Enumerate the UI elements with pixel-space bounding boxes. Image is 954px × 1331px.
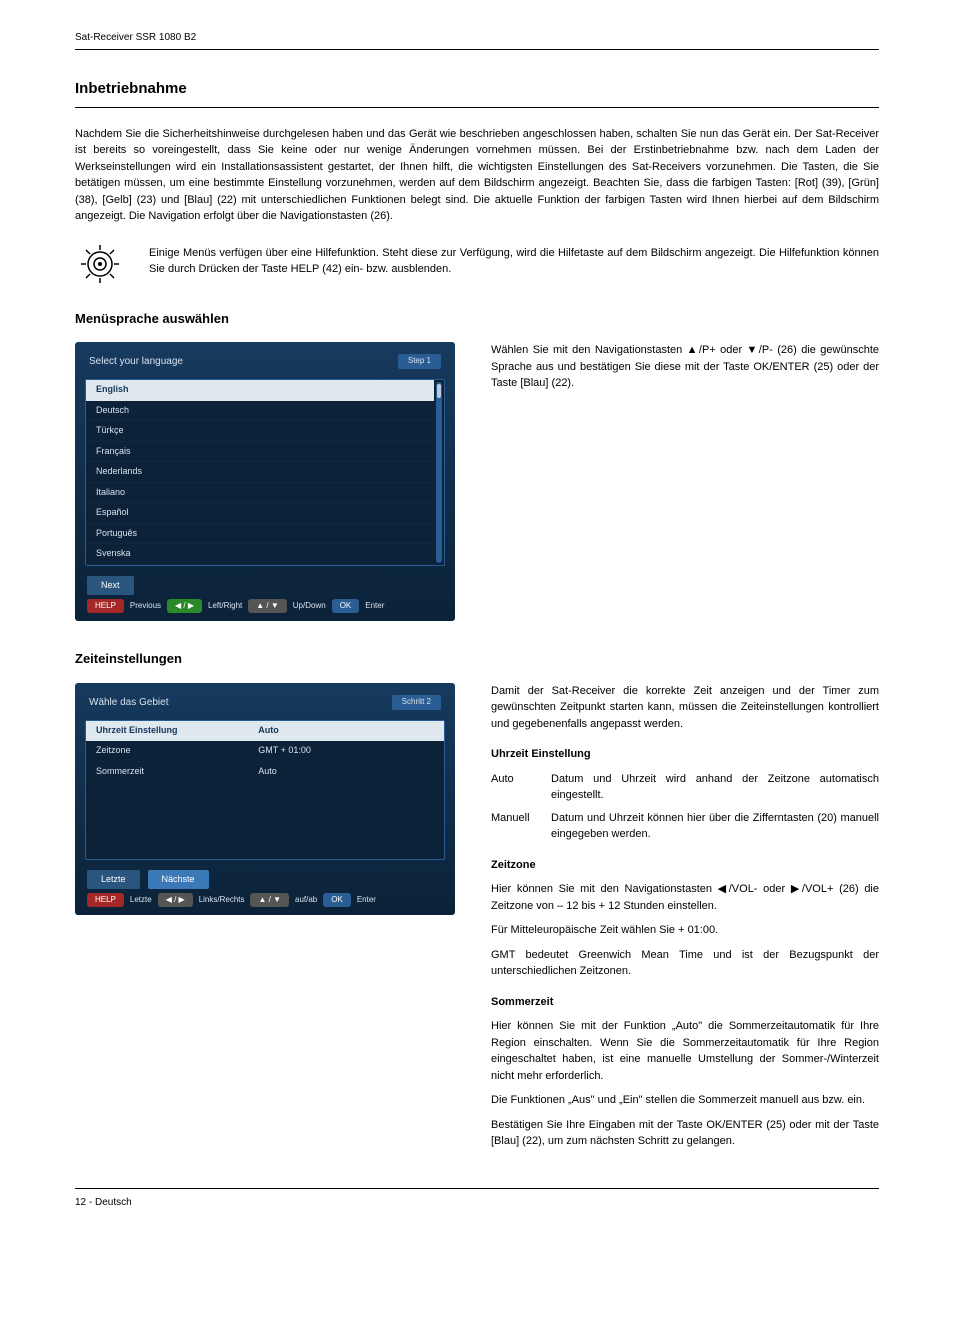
intro-paragraph: Nachdem Sie die Sicherheitshinweise durc… — [75, 126, 879, 225]
def-term: Auto — [491, 771, 539, 804]
time-row-zeitzone[interactable]: Zeitzone GMT + 01:00 — [86, 741, 444, 762]
time-intro: Damit der Sat-Receiver die korrekte Zeit… — [491, 683, 879, 733]
help-pill[interactable]: HELP — [87, 893, 124, 907]
def-term: Manuell — [491, 810, 539, 843]
scrollbar[interactable] — [436, 382, 442, 563]
tip-block: Einige Menüs verfügen über eine Hilfefun… — [75, 241, 879, 287]
device-name: Sat-Receiver SSR 1080 B2 — [75, 32, 196, 43]
row-value: Auto — [258, 765, 434, 779]
lang-item-turkce[interactable]: Türkçe — [86, 421, 434, 442]
help-pill[interactable]: HELP — [87, 599, 124, 613]
row-value: GMT + 01:00 — [258, 744, 434, 758]
osd-time-step: Schritt 2 — [392, 695, 441, 710]
lang-item-italiano[interactable]: Italiano — [86, 483, 434, 504]
sommer-p1: Hier können Sie mit der Funktion „Auto" … — [491, 1018, 879, 1084]
lang-item-francais[interactable]: Français — [86, 442, 434, 463]
ok-pill[interactable]: OK — [332, 599, 360, 613]
def-desc: Datum und Uhrzeit können hier über die Z… — [551, 810, 879, 843]
foot-enter: Enter — [357, 894, 376, 906]
page-footer: 12 - Deutsch — [75, 1188, 879, 1210]
def-desc: Datum und Uhrzeit wird anhand der Zeitzo… — [551, 771, 879, 804]
lang-item-english[interactable]: English — [86, 380, 434, 401]
lang-item-nederlands[interactable]: Nederlands — [86, 462, 434, 483]
footer-lang: Deutsch — [95, 1197, 132, 1208]
ud-pill[interactable]: ▲ / ▼ — [250, 893, 289, 907]
zeitzone-p3: GMT bedeutet Greenwich Mean Time und ist… — [491, 947, 879, 980]
def-manuell: Manuell Datum und Uhrzeit können hier üb… — [491, 810, 879, 843]
time-row-uhrzeit[interactable]: Uhrzeit Einstellung Auto — [86, 721, 444, 742]
page-header: Sat-Receiver SSR 1080 B2 — [75, 30, 879, 50]
row-label: Uhrzeit Einstellung — [96, 724, 258, 738]
h3-uhrzeit: Uhrzeit Einstellung — [491, 746, 879, 763]
updown-pill[interactable]: ▲ / ▼ — [248, 599, 287, 613]
lightbulb-icon — [75, 241, 125, 287]
green-pill[interactable]: ◀ / ▶ — [167, 599, 202, 613]
foot-letzte: Letzte — [130, 894, 152, 906]
foot-ud: auf/ab — [295, 894, 317, 906]
lr-pill[interactable]: ◀ / ▶ — [158, 893, 193, 907]
osd-lang-list[interactable]: English Deutsch Türkçe Français Nederlan… — [85, 379, 445, 566]
page-number: 12 — [75, 1197, 86, 1208]
h3-zeitzone: Zeitzone — [491, 857, 879, 874]
sommer-p2: Die Funktionen „Aus" und „Ein" stellen d… — [491, 1092, 879, 1109]
osd-time-title: Wähle das Gebiet — [89, 695, 169, 710]
h1-inbetriebnahme: Inbetriebnahme — [75, 78, 879, 108]
osd-time: Wähle das Gebiet Schritt 2 Uhrzeit Einst… — [75, 683, 455, 916]
def-auto: Auto Datum und Uhrzeit wird anhand der Z… — [491, 771, 879, 804]
ok-pill[interactable]: OK — [323, 893, 351, 907]
foot-leftright: Left/Right — [208, 600, 242, 612]
row-value: Auto — [258, 724, 434, 738]
foot-enter: Enter — [365, 600, 384, 612]
lang-instruction: Wählen Sie mit den Navigationstasten ▲/P… — [491, 342, 879, 392]
h2-zeiteinstellungen: Zeiteinstellungen — [75, 649, 879, 669]
osd-language: Select your language Step 1 English Deut… — [75, 342, 455, 621]
lang-item-deutsch[interactable]: Deutsch — [86, 401, 434, 422]
foot-previous: Previous — [130, 600, 161, 612]
lang-item-svenska[interactable]: Svenska — [86, 544, 434, 565]
osd-next-button[interactable]: Next — [87, 576, 134, 596]
osd-prev-button[interactable]: Letzte — [87, 870, 140, 890]
lang-item-espanol[interactable]: Español — [86, 503, 434, 524]
zeitzone-p1: Hier können Sie mit den Navigationstaste… — [491, 881, 879, 914]
lang-item-portugues[interactable]: Português — [86, 524, 434, 545]
tip-text: Einige Menüs verfügen über eine Hilfefun… — [149, 241, 879, 278]
foot-updown: Up/Down — [293, 600, 326, 612]
osd-lang-title: Select your language — [89, 354, 183, 369]
sommer-p3: Bestätigen Sie Ihre Eingaben mit der Tas… — [491, 1117, 879, 1150]
foot-lr: Links/Rechts — [199, 894, 245, 906]
osd-lang-step: Step 1 — [398, 354, 441, 369]
osd-next-button[interactable]: Nächste — [148, 870, 209, 890]
row-label: Sommerzeit — [96, 765, 258, 779]
h2-menusprache: Menüsprache auswählen — [75, 309, 879, 329]
h3-sommerzeit: Sommerzeit — [491, 994, 879, 1011]
osd-time-table[interactable]: Uhrzeit Einstellung Auto Zeitzone GMT + … — [85, 720, 445, 860]
row-label: Zeitzone — [96, 744, 258, 758]
zeitzone-p2: Für Mitteleuropäische Zeit wählen Sie + … — [491, 922, 879, 939]
time-row-sommerzeit[interactable]: Sommerzeit Auto — [86, 762, 444, 783]
